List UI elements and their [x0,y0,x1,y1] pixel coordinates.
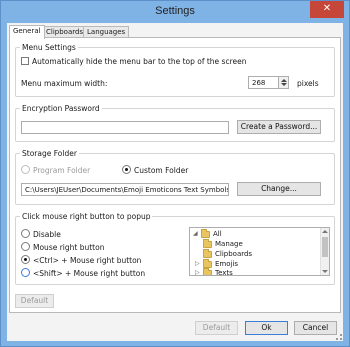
max-width-stepper[interactable] [279,76,289,89]
popup-ctrl-label: <Ctrl> + Mouse right button [33,256,142,265]
ok-button[interactable]: Ok [245,321,288,335]
folder-path-input[interactable]: C:\Users\JEUser\Documents\Emoji Emoticon… [21,183,229,196]
folder-icon [203,239,212,248]
close-button[interactable]: ✕ [310,1,344,18]
folder-icon [203,259,212,268]
scroll-down-icon[interactable] [322,270,328,273]
popup-right-button-radio[interactable] [21,242,30,251]
popup-shift-radio[interactable] [21,268,30,277]
scroll-thumb[interactable] [322,237,328,257]
tree-label: Clipboards [215,250,253,258]
password-input[interactable] [21,121,229,134]
max-width-label: Menu maximum width: [21,79,108,88]
general-tab-panel: Menu Settings Automatically hide the men… [9,37,341,313]
custom-folder-label: Custom Folder [134,166,189,175]
collapsed-icon[interactable]: ▷ [195,268,200,275]
popup-ctrl-radio[interactable] [21,255,30,264]
storage-folder-group: Storage Folder Program Folder Custom Fol… [15,149,335,205]
max-width-unit: pixels [297,79,319,88]
program-folder-radio[interactable] [21,165,30,174]
folder-icon [201,229,210,238]
folder-icon [203,268,212,275]
folder-icon [203,249,212,258]
panel-default-button[interactable]: Default [15,294,54,308]
menu-settings-title: Menu Settings [20,43,78,52]
tree-label: Texts [215,269,233,276]
dialog-client-area: General Clipboards Languages Menu Settin… [7,23,343,341]
stepper-up-icon [281,79,287,82]
max-width-input[interactable]: 268 [248,76,279,89]
popup-disable-radio[interactable] [21,229,30,238]
title-bar[interactable]: Settings ✕ [1,1,349,23]
create-password-button[interactable]: Create a Password... [237,120,321,134]
encryption-title: Encryption Password [20,104,102,113]
popup-right-button-label: Mouse right button [33,243,105,252]
resize-grip-icon[interactable] [336,334,342,340]
close-icon: ✕ [322,3,332,14]
popup-trigger-title: Click mouse right button to popup [20,212,153,221]
popup-shift-label: <Shift> + Mouse right button [33,269,146,278]
auto-hide-label: Automatically hide the menu bar to the t… [32,57,247,66]
auto-hide-checkbox[interactable] [21,57,29,65]
tree-label: All [213,230,222,238]
cancel-button[interactable]: Cancel [294,321,337,335]
custom-folder-radio[interactable] [122,165,131,174]
tree-label: Manage [215,240,243,248]
stepper-down-icon [281,83,287,86]
popup-trigger-group: Click mouse right button to popup Disabl… [15,212,335,285]
storage-folder-title: Storage Folder [20,149,79,158]
window-title: Settings [155,5,195,17]
default-button[interactable]: Default [195,321,238,335]
tab-general[interactable]: General [9,25,45,39]
menu-settings-group: Menu Settings Automatically hide the men… [15,43,335,97]
change-folder-button[interactable]: Change... [237,182,321,196]
program-folder-label: Program Folder [33,166,91,175]
popup-disable-label: Disable [33,230,61,239]
encryption-group: Encryption Password Create a Password... [15,104,335,142]
expanded-icon[interactable]: ◢ [193,229,198,239]
category-tree[interactable]: ◢ All Manage Clipboards ▷ Emojis ▷ Texts [189,227,330,276]
tree-scrollbar[interactable] [320,228,329,275]
settings-window: Settings ✕ General Clipboards Languages … [0,0,350,347]
scroll-up-icon[interactable] [322,230,328,233]
